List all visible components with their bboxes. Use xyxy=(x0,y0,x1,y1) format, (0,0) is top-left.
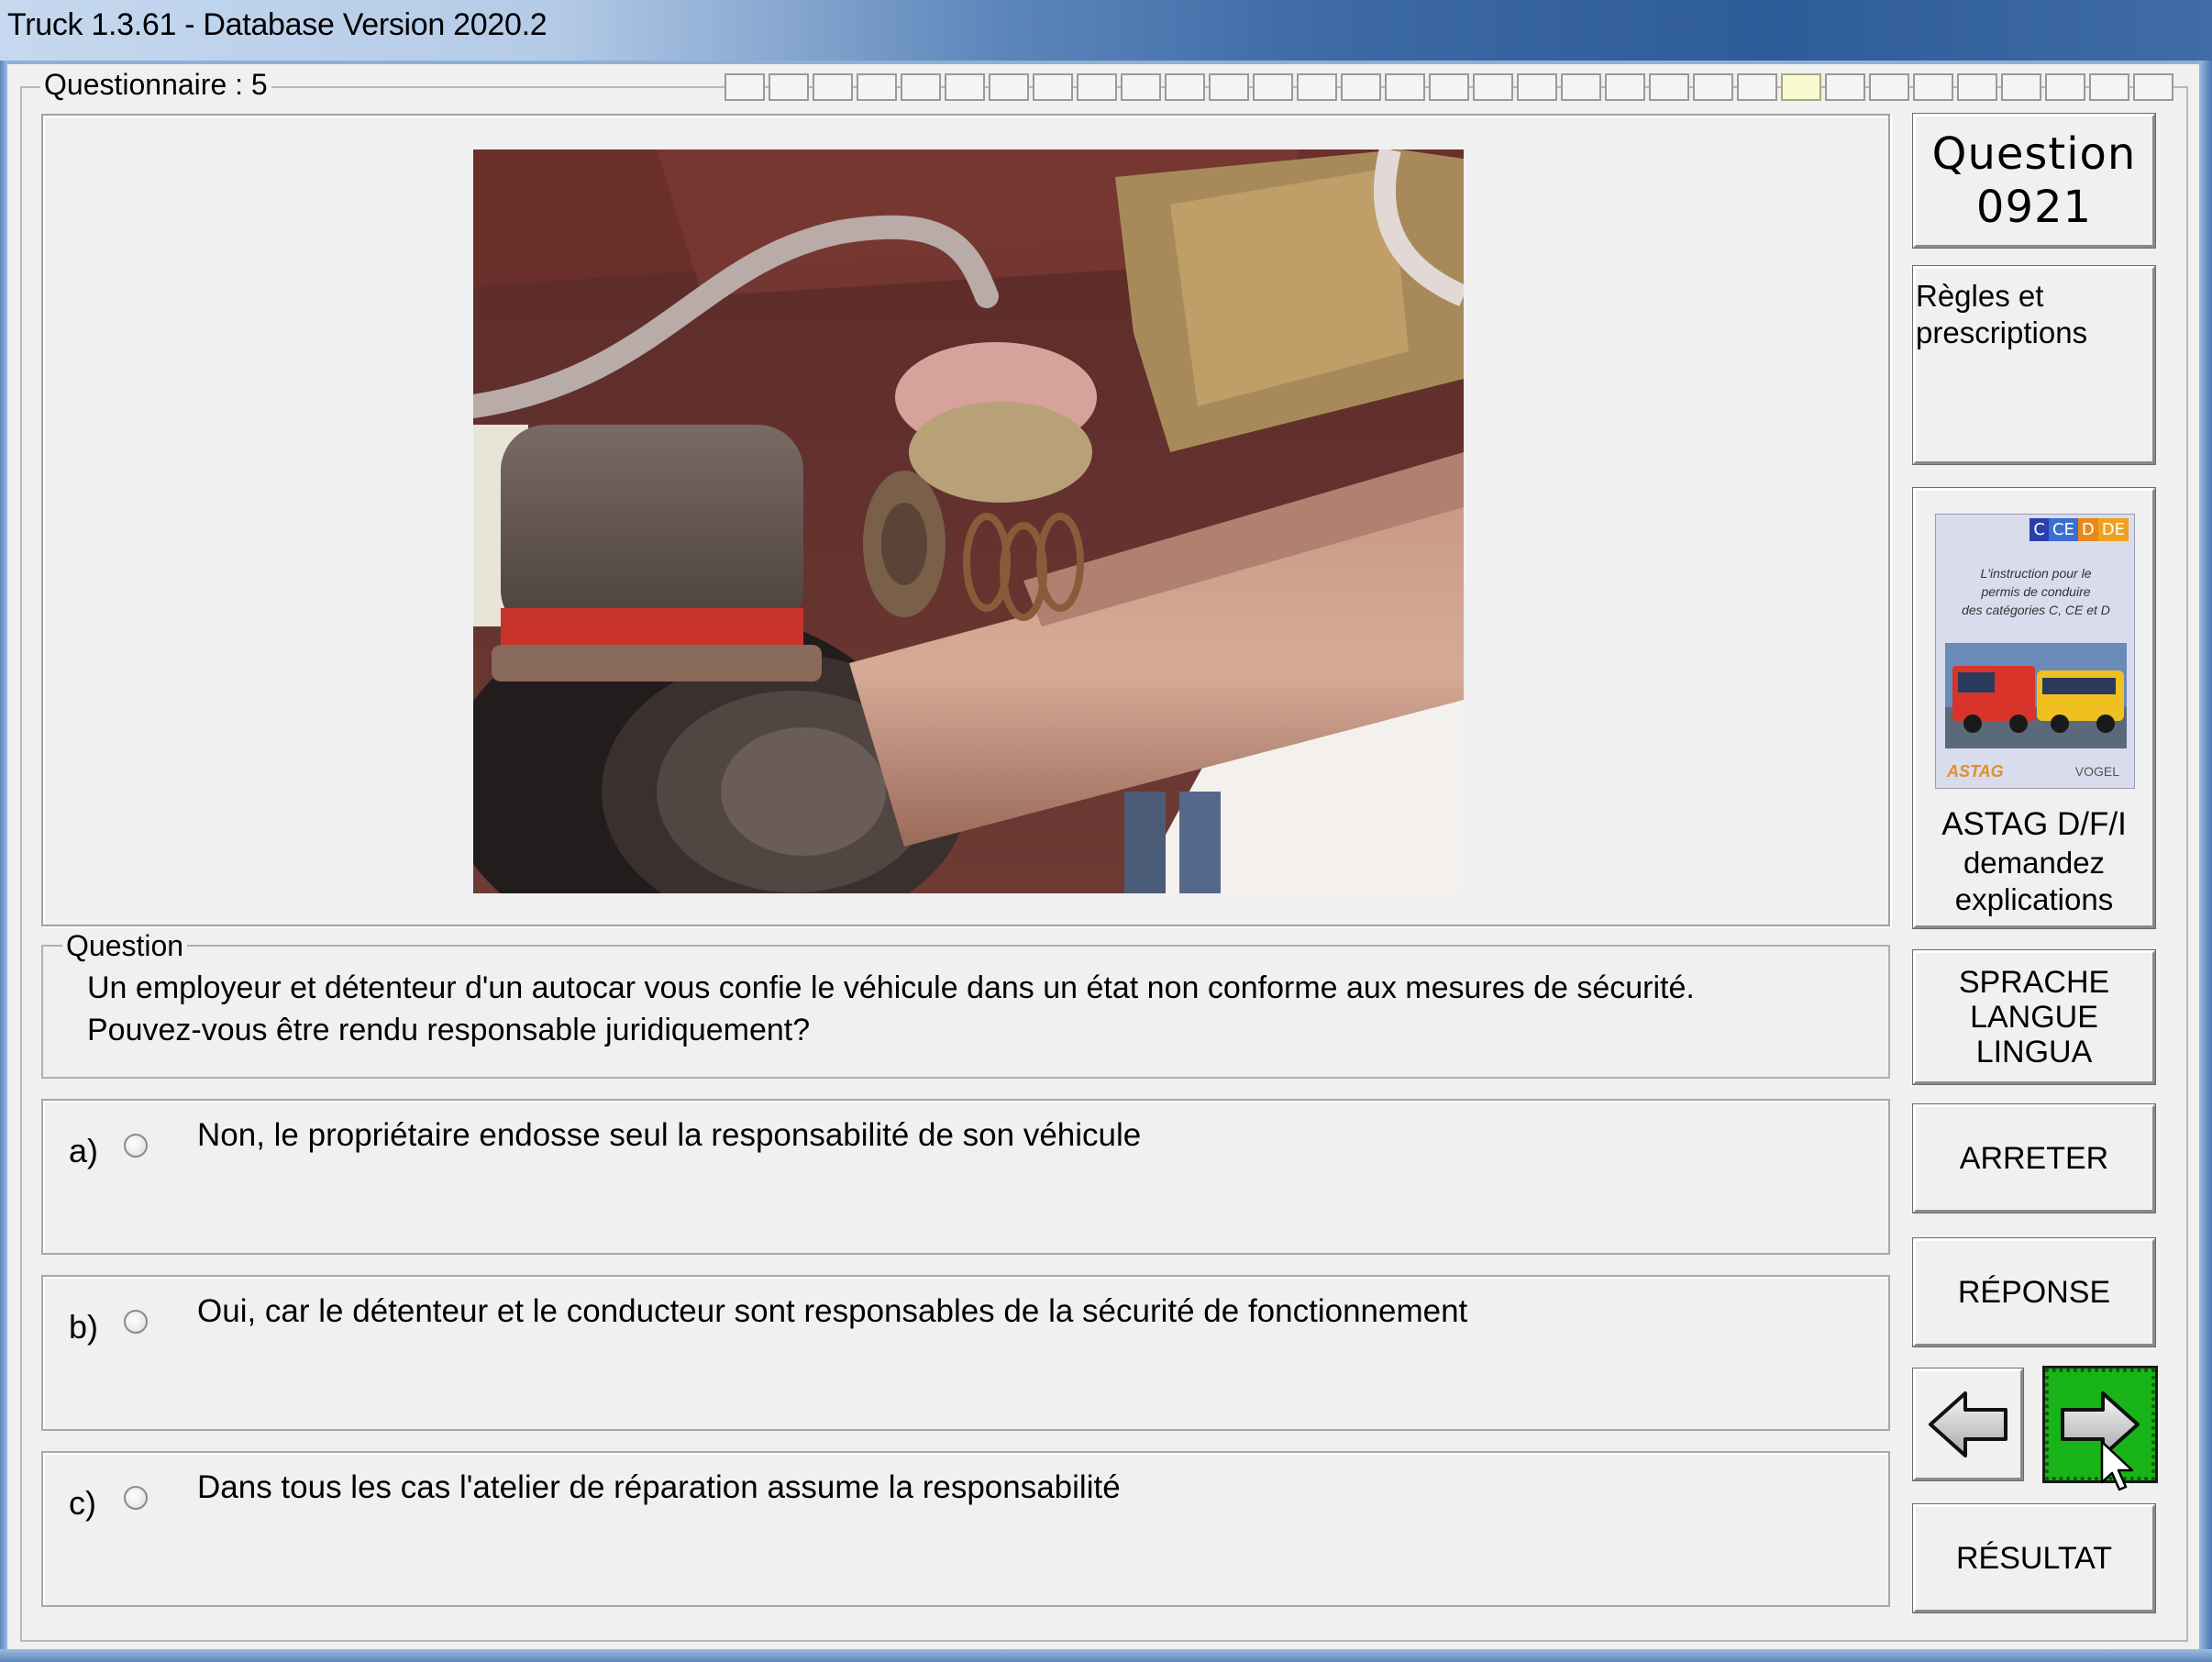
book-tag: D xyxy=(2077,518,2098,541)
answer-option-b[interactable]: b) Oui, car le détenteur et le conducteu… xyxy=(41,1275,1890,1431)
progress-cell xyxy=(769,73,809,101)
answer-button[interactable]: RÉPONSE xyxy=(1912,1237,2156,1347)
result-button[interactable]: RÉSULTAT xyxy=(1912,1503,2156,1613)
rules-label-line2: prescriptions xyxy=(1916,316,2088,349)
rules-label-line1: Règles et xyxy=(1916,279,2044,313)
progress-cell xyxy=(1077,73,1117,101)
progress-cell xyxy=(813,73,853,101)
progress-cell xyxy=(901,73,941,101)
progress-cell xyxy=(857,73,897,101)
question-text-line2: Pouvez-vous être rendu responsable jurid… xyxy=(87,1013,811,1047)
question-progress-bar xyxy=(724,73,2173,101)
astag-label-line2: demandez xyxy=(1963,846,2106,880)
answer-letter: c) xyxy=(69,1484,96,1522)
rules-button[interactable]: Règles et prescriptions xyxy=(1912,265,2156,465)
answer-b-radio[interactable] xyxy=(124,1310,148,1334)
astag-label: ASTAG D/F/I xyxy=(1941,806,2127,842)
book-tag: C xyxy=(2030,518,2049,541)
progress-cell xyxy=(1561,73,1601,101)
question-number: 0921 xyxy=(1975,182,2093,233)
progress-cell xyxy=(1033,73,1073,101)
window-frame-left xyxy=(0,61,7,1662)
book-publisher-logo-left: ASTAG xyxy=(1947,762,2004,781)
question-text-line1: Un employeur et détenteur d'un autocar v… xyxy=(87,970,1695,1005)
language-label-line2: LANGUE xyxy=(1970,1000,2098,1035)
book-subtitle-line1: L'instruction pour le xyxy=(1980,566,2092,581)
progress-cell xyxy=(1209,73,1249,101)
question-photo xyxy=(473,150,1464,893)
book-publisher-logo-right: VOGEL xyxy=(2074,764,2119,779)
answer-label: RÉPONSE xyxy=(1957,1275,2111,1310)
progress-cell xyxy=(1297,73,1337,101)
progress-cell xyxy=(1165,73,1205,101)
book-subtitle: L'instruction pour le permis de conduire… xyxy=(1949,564,2123,619)
progress-cell xyxy=(1121,73,1161,101)
book-subtitle-line3: des catégories C, CE et D xyxy=(1962,603,2110,617)
progress-cell xyxy=(1693,73,1733,101)
questionnaire-label: Questionnaire : 5 xyxy=(40,68,271,102)
answer-text[interactable]: Non, le propriétaire endosse seul la res… xyxy=(197,1117,1141,1154)
progress-cell xyxy=(1737,73,1777,101)
question-groupbox: Un employeur et détenteur d'un autocar v… xyxy=(41,945,1890,1079)
progress-cell xyxy=(2089,73,2129,101)
progress-cell xyxy=(1913,73,1953,101)
arrow-left-icon xyxy=(1929,1391,2007,1457)
answer-text[interactable]: Oui, car le détenteur et le conducteur s… xyxy=(197,1293,1467,1330)
title-bar: Truck 1.3.61 - Database Version 2020.2 xyxy=(0,0,2212,61)
language-button[interactable]: SPRACHE LANGUE LINGUA xyxy=(1912,949,2156,1085)
answer-option-c[interactable]: c) Dans tous les cas l'atelier de répara… xyxy=(41,1451,1890,1607)
window-frame-right xyxy=(2199,61,2212,1662)
book-tag: DE xyxy=(2097,518,2129,541)
question-text: Un employeur et détenteur d'un autocar v… xyxy=(87,967,1866,1051)
mouse-cursor-icon xyxy=(2100,1440,2134,1491)
progress-cell xyxy=(1649,73,1689,101)
answer-a-radio[interactable] xyxy=(124,1134,148,1158)
question-label: Question xyxy=(1931,128,2137,180)
progress-cell xyxy=(1253,73,1293,101)
window-frame-top xyxy=(0,61,2212,64)
progress-cell xyxy=(945,73,985,101)
progress-cell xyxy=(989,73,1029,101)
book-subtitle-line2: permis de conduire xyxy=(1981,584,2091,599)
progress-cell xyxy=(2045,73,2085,101)
answer-text[interactable]: Dans tous les cas l'atelier de réparatio… xyxy=(197,1469,1121,1506)
answer-letter: b) xyxy=(69,1308,99,1346)
stop-label: ARRETER xyxy=(1959,1141,2109,1176)
progress-cell xyxy=(1825,73,1865,101)
progress-cell xyxy=(1341,73,1381,101)
progress-cell xyxy=(2133,73,2173,101)
progress-cell xyxy=(2001,73,2041,101)
truck-axle-photo xyxy=(473,150,1464,893)
astag-book-cover[interactable]: C CE D DE L'instruction pour le permis d… xyxy=(1935,514,2135,789)
progress-cell-current xyxy=(1781,73,1821,101)
answer-c-radio[interactable] xyxy=(124,1486,148,1510)
book-truck-bus-image xyxy=(1945,643,2127,748)
question-legend: Question xyxy=(62,929,188,963)
progress-cell xyxy=(724,73,765,101)
progress-cell xyxy=(1869,73,1909,101)
progress-cell xyxy=(1473,73,1513,101)
progress-cell xyxy=(1429,73,1469,101)
result-label: RÉSULTAT xyxy=(1955,1541,2113,1576)
book-tag: CE xyxy=(2048,518,2078,541)
stop-button[interactable]: ARRETER xyxy=(1912,1103,2156,1213)
progress-cell xyxy=(1605,73,1645,101)
window-frame-bottom xyxy=(0,1649,2212,1662)
language-label-line3: LINGUA xyxy=(1975,1035,2093,1069)
language-label-line1: SPRACHE xyxy=(1958,965,2110,1000)
answer-option-a[interactable]: a) Non, le propriétaire endosse seul la … xyxy=(41,1099,1890,1255)
progress-cell xyxy=(1957,73,1997,101)
astag-label-line3: explications xyxy=(1954,882,2114,916)
answer-letter: a) xyxy=(69,1132,99,1169)
progress-cell xyxy=(1517,73,1557,101)
book-category-tags: C CE D DE xyxy=(2030,518,2129,541)
window-title: Truck 1.3.61 - Database Version 2020.2 xyxy=(7,7,547,42)
progress-cell xyxy=(1385,73,1425,101)
previous-button[interactable] xyxy=(1912,1368,2024,1481)
question-number-display: Question 0921 xyxy=(1912,113,2156,249)
